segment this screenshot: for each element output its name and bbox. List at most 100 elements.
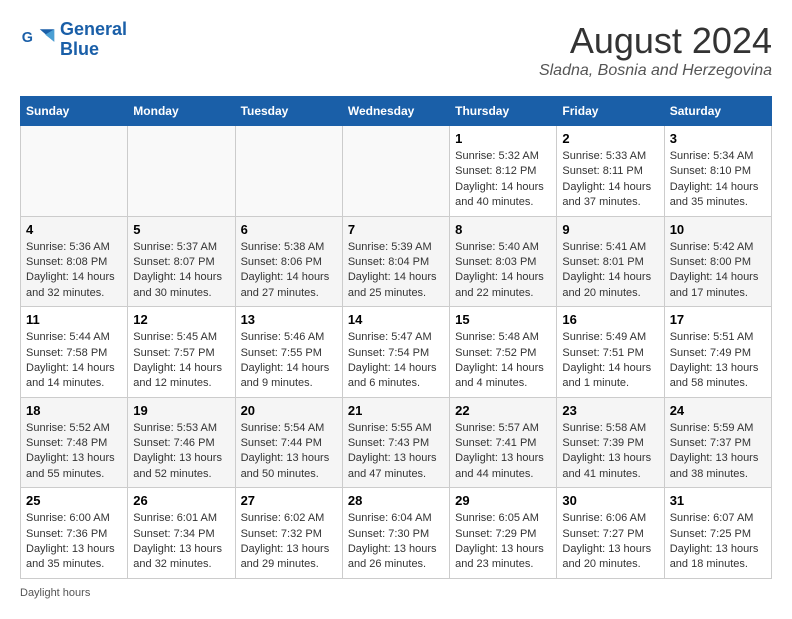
col-header-sunday: Sunday [21,97,128,126]
location-subtitle: Sladna, Bosnia and Herzegovina [539,62,772,80]
day-number: 26 [133,493,229,508]
day-info: Sunrise: 5:48 AM Sunset: 7:52 PM Dayligh… [455,330,551,392]
day-info: Sunrise: 5:58 AM Sunset: 7:39 PM Dayligh… [562,421,658,483]
day-number: 9 [562,222,658,237]
day-number: 7 [348,222,444,237]
day-number: 30 [562,493,658,508]
day-number: 15 [455,312,551,327]
week-row-4: 18 Sunrise: 5:52 AM Sunset: 7:48 PM Dayli… [21,397,772,488]
day-cell [21,126,128,217]
day-number: 24 [670,403,766,418]
day-cell: 15 Sunrise: 5:48 AM Sunset: 7:52 PM Dayli… [450,307,557,398]
day-cell: 25 Sunrise: 6:00 AM Sunset: 7:36 PM Dayli… [21,488,128,579]
week-row-3: 11 Sunrise: 5:44 AM Sunset: 7:58 PM Dayli… [21,307,772,398]
header: G General Blue August 2024 Sladna, Bosni… [20,20,772,80]
day-info: Sunrise: 5:51 AM Sunset: 7:49 PM Dayligh… [670,330,766,392]
day-number: 14 [348,312,444,327]
week-row-1: 1 Sunrise: 5:32 AM Sunset: 8:12 PM Daylig… [21,126,772,217]
day-info: Sunrise: 5:36 AM Sunset: 8:08 PM Dayligh… [26,240,122,302]
day-cell: 1 Sunrise: 5:32 AM Sunset: 8:12 PM Daylig… [450,126,557,217]
day-info: Sunrise: 5:54 AM Sunset: 7:44 PM Dayligh… [241,421,337,483]
day-cell: 27Sunrise: 6:02 AM Sunset: 7:32 PM Dayli… [235,488,342,579]
day-cell: 2 Sunrise: 5:33 AM Sunset: 8:11 PM Daylig… [557,126,664,217]
day-number: 13 [241,312,337,327]
day-info: Sunrise: 6:02 AM Sunset: 7:32 PM Dayligh… [241,511,337,573]
col-header-saturday: Saturday [664,97,771,126]
day-number: 22 [455,403,551,418]
day-cell: 6 Sunrise: 5:38 AM Sunset: 8:06 PM Daylig… [235,216,342,307]
day-info: Sunrise: 5:47 AM Sunset: 7:54 PM Dayligh… [348,330,444,392]
day-cell: 5 Sunrise: 5:37 AM Sunset: 8:07 PM Daylig… [128,216,235,307]
day-info: Sunrise: 5:37 AM Sunset: 8:07 PM Dayligh… [133,240,229,302]
col-header-wednesday: Wednesday [342,97,449,126]
day-info: Sunrise: 5:39 AM Sunset: 8:04 PM Dayligh… [348,240,444,302]
day-info: Sunrise: 5:38 AM Sunset: 8:06 PM Dayligh… [241,240,337,302]
day-info: Sunrise: 6:05 AM Sunset: 7:29 PM Dayligh… [455,511,551,573]
day-number: 19 [133,403,229,418]
day-info: Sunrise: 6:04 AM Sunset: 7:30 PM Dayligh… [348,511,444,573]
day-number: 25 [26,493,122,508]
day-number: 3 [670,131,766,146]
day-info: Sunrise: 5:42 AM Sunset: 8:00 PM Dayligh… [670,240,766,302]
logo: G General Blue [20,20,127,60]
day-cell: 24Sunrise: 5:59 AM Sunset: 7:37 PM Dayli… [664,397,771,488]
day-number: 2 [562,131,658,146]
day-info: Sunrise: 6:01 AM Sunset: 7:34 PM Dayligh… [133,511,229,573]
title-section: August 2024 Sladna, Bosnia and Herzegovi… [539,20,772,80]
day-number: 11 [26,312,122,327]
day-number: 21 [348,403,444,418]
day-info: Sunrise: 6:00 AM Sunset: 7:36 PM Dayligh… [26,511,122,573]
day-number: 1 [455,131,551,146]
day-cell: 16 Sunrise: 5:49 AM Sunset: 7:51 PM Dayli… [557,307,664,398]
day-cell: 22Sunrise: 5:57 AM Sunset: 7:41 PM Dayli… [450,397,557,488]
day-info: Sunrise: 5:32 AM Sunset: 8:12 PM Dayligh… [455,149,551,211]
day-cell: 28 Sunrise: 6:04 AM Sunset: 7:30 PM Dayli… [342,488,449,579]
day-number: 4 [26,222,122,237]
day-cell: 23 Sunrise: 5:58 AM Sunset: 7:39 PM Dayli… [557,397,664,488]
day-cell: 29Sunrise: 6:05 AM Sunset: 7:29 PM Dayli… [450,488,557,579]
day-cell: 18 Sunrise: 5:52 AM Sunset: 7:48 PM Dayli… [21,397,128,488]
day-info: Sunrise: 5:40 AM Sunset: 8:03 PM Dayligh… [455,240,551,302]
svg-text:G: G [22,30,33,46]
day-info: Sunrise: 5:44 AM Sunset: 7:58 PM Dayligh… [26,330,122,392]
day-cell: 19Sunrise: 5:53 AM Sunset: 7:46 PM Dayli… [128,397,235,488]
day-info: Sunrise: 5:55 AM Sunset: 7:43 PM Dayligh… [348,421,444,483]
day-number: 23 [562,403,658,418]
day-number: 17 [670,312,766,327]
week-row-5: 25 Sunrise: 6:00 AM Sunset: 7:36 PM Dayli… [21,488,772,579]
day-info: Sunrise: 5:46 AM Sunset: 7:55 PM Dayligh… [241,330,337,392]
day-cell: 30 Sunrise: 6:06 AM Sunset: 7:27 PM Dayli… [557,488,664,579]
day-cell: 12 Sunrise: 5:45 AM Sunset: 7:57 PM Dayli… [128,307,235,398]
day-cell: 17 Sunrise: 5:51 AM Sunset: 7:49 PM Dayli… [664,307,771,398]
day-number: 31 [670,493,766,508]
day-number: 12 [133,312,229,327]
day-number: 5 [133,222,229,237]
header-row: SundayMondayTuesdayWednesdayThursdayFrid… [21,97,772,126]
day-number: 28 [348,493,444,508]
day-info: Sunrise: 5:49 AM Sunset: 7:51 PM Dayligh… [562,330,658,392]
day-cell [128,126,235,217]
day-info: Sunrise: 5:33 AM Sunset: 8:11 PM Dayligh… [562,149,658,211]
day-number: 10 [670,222,766,237]
day-cell: 4 Sunrise: 5:36 AM Sunset: 8:08 PM Daylig… [21,216,128,307]
col-header-friday: Friday [557,97,664,126]
day-number: 16 [562,312,658,327]
day-info: Sunrise: 6:06 AM Sunset: 7:27 PM Dayligh… [562,511,658,573]
day-cell: 20 Sunrise: 5:54 AM Sunset: 7:44 PM Dayli… [235,397,342,488]
day-number: 6 [241,222,337,237]
day-cell: 14 Sunrise: 5:47 AM Sunset: 7:54 PM Dayli… [342,307,449,398]
day-number: 20 [241,403,337,418]
day-cell [235,126,342,217]
day-number: 18 [26,403,122,418]
day-info: Sunrise: 5:52 AM Sunset: 7:48 PM Dayligh… [26,421,122,483]
day-info: Sunrise: 5:45 AM Sunset: 7:57 PM Dayligh… [133,330,229,392]
day-info: Sunrise: 5:41 AM Sunset: 8:01 PM Dayligh… [562,240,658,302]
day-cell: 7 Sunrise: 5:39 AM Sunset: 8:04 PM Daylig… [342,216,449,307]
logo-text: General Blue [60,20,127,60]
month-year-title: August 2024 [539,20,772,62]
day-cell: 10 Sunrise: 5:42 AM Sunset: 8:00 PM Dayli… [664,216,771,307]
day-cell: 9 Sunrise: 5:41 AM Sunset: 8:01 PM Daylig… [557,216,664,307]
day-cell: 31Sunrise: 6:07 AM Sunset: 7:25 PM Dayli… [664,488,771,579]
col-header-monday: Monday [128,97,235,126]
day-cell: 21 Sunrise: 5:55 AM Sunset: 7:43 PM Dayli… [342,397,449,488]
